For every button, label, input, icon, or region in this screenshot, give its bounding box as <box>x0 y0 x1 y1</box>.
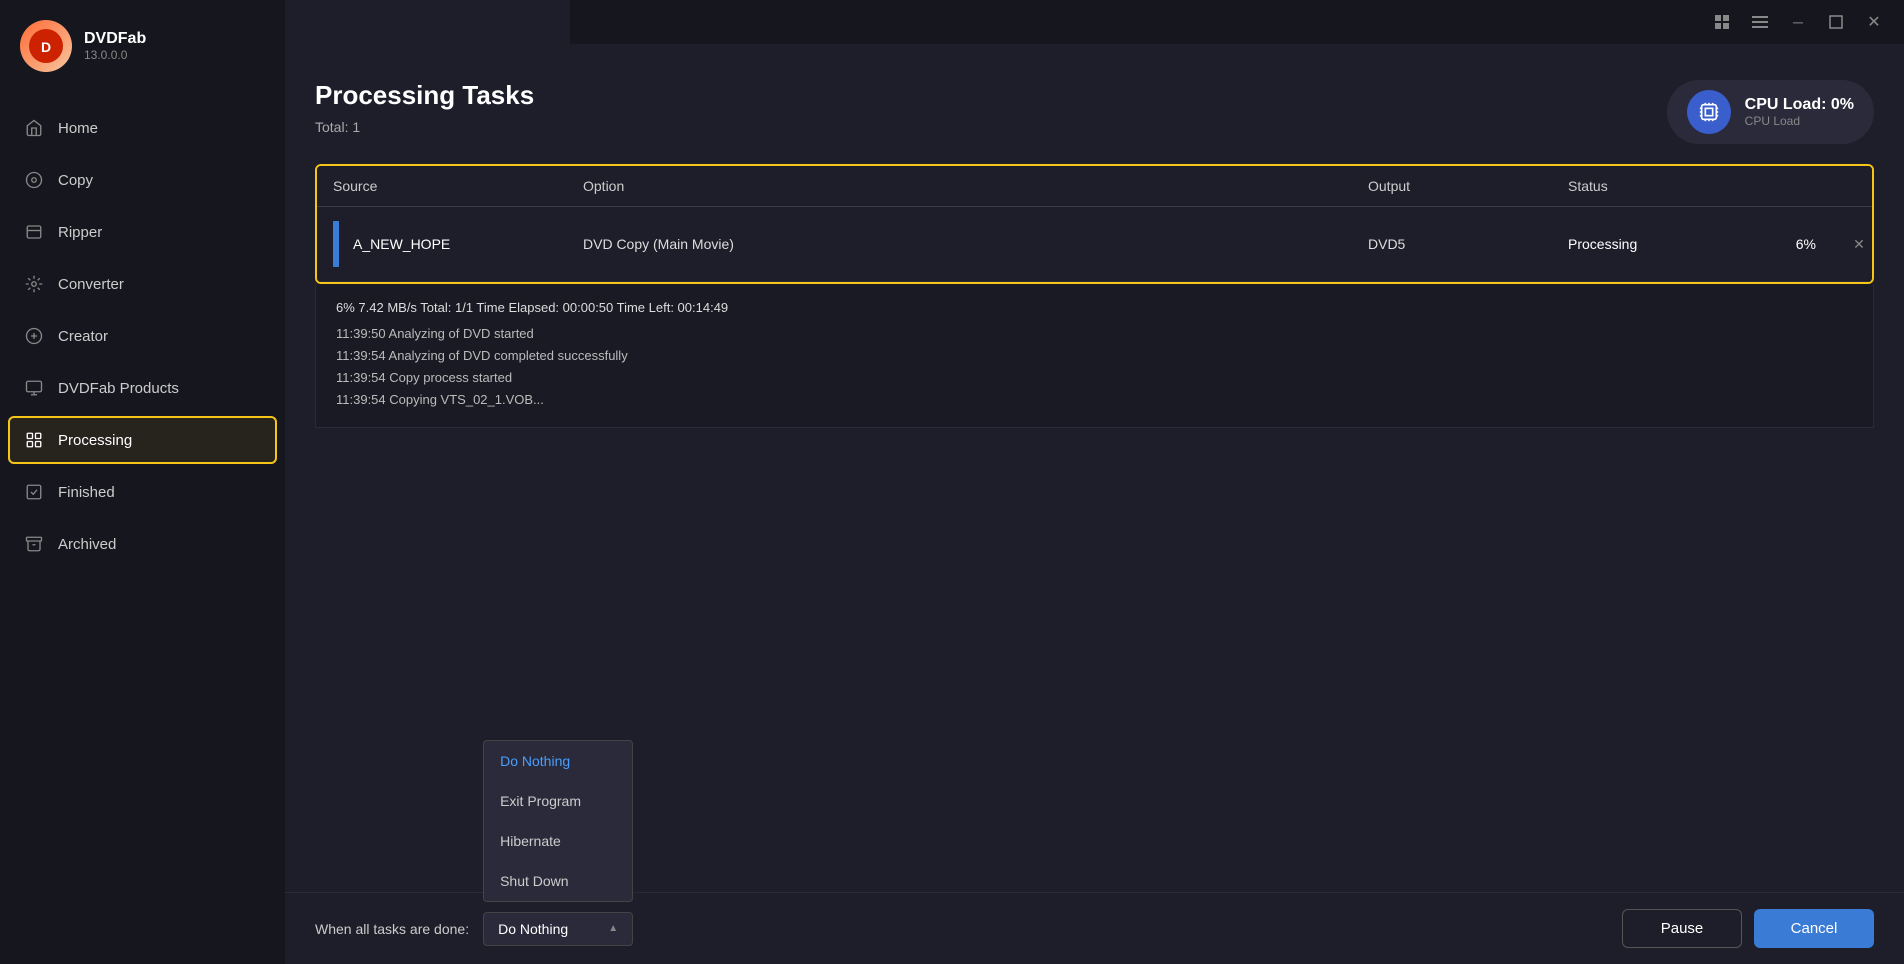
log-stats: 6% 7.42 MB/s Total: 1/1 Time Elapsed: 00… <box>336 300 1853 315</box>
sidebar-item-finished[interactable]: Finished <box>0 466 285 518</box>
status-cell: Processing <box>1552 222 1752 266</box>
source-indicator <box>333 221 339 267</box>
sidebar-item-copy-label: Copy <box>58 172 93 189</box>
logo-text: DVDFab 13.0.0.0 <box>84 30 146 62</box>
cpu-icon <box>1687 90 1731 134</box>
option-cell: DVD Copy (Main Movie) <box>567 222 1352 266</box>
home-icon <box>24 118 44 138</box>
app-name: DVDFab <box>84 30 146 48</box>
dropdown-container: Do Nothing Exit Program Hibernate Shut D… <box>483 912 633 946</box>
output-cell: DVD5 <box>1352 222 1552 266</box>
table-header: Source Option Output Status <box>317 166 1872 207</box>
cpu-info: CPU Load: 0% CPU Load <box>1745 96 1854 128</box>
creator-icon <box>24 326 44 346</box>
ripper-icon <box>24 222 44 242</box>
column-actions <box>1832 166 1872 206</box>
close-task-icon[interactable]: ✕ <box>1848 233 1870 255</box>
progress-cell: 6% <box>1752 222 1832 266</box>
dropdown-menu: Do Nothing Exit Program Hibernate Shut D… <box>483 740 633 902</box>
table-row: A_NEW_HOPE DVD Copy (Main Movie) DVD5 Pr… <box>317 207 1872 282</box>
log-area: 6% 7.42 MB/s Total: 1/1 Time Elapsed: 00… <box>315 284 1874 428</box>
dropdown-option-exit[interactable]: Exit Program <box>484 781 632 821</box>
log-line-1: 11:39:50 Analyzing of DVD started <box>336 323 1853 345</box>
finished-icon <box>24 482 44 502</box>
column-source: Source <box>317 166 567 206</box>
bottom-bar: When all tasks are done: Do Nothing Exit… <box>285 892 1904 964</box>
main-header: Processing Tasks Total: 1 <box>315 80 1874 144</box>
logo-svg: D <box>29 29 63 63</box>
close-task-button[interactable]: ✕ <box>1832 219 1872 269</box>
action-buttons: Pause Cancel <box>1622 909 1874 948</box>
archived-icon <box>24 534 44 554</box>
column-option: Option <box>567 166 1352 206</box>
sidebar-item-creator-label: Creator <box>58 328 108 345</box>
sidebar-item-home[interactable]: Home <box>0 102 285 154</box>
sidebar-item-finished-label: Finished <box>58 484 115 501</box>
when-done-section: When all tasks are done: Do Nothing Exit… <box>315 912 633 946</box>
cpu-load-label: CPU Load <box>1745 114 1854 128</box>
sidebar-item-processing[interactable]: Processing <box>8 416 277 464</box>
products-icon <box>24 378 44 398</box>
maximize-button[interactable] <box>1826 12 1846 32</box>
log-line-4: 11:39:54 Copying VTS_02_1.VOB... <box>336 389 1853 411</box>
cpu-widget: CPU Load: 0% CPU Load <box>1667 80 1874 144</box>
processing-icon <box>24 430 44 450</box>
tasks-table: Source Option Output Status A_NEW_HOPE D… <box>315 164 1874 284</box>
sidebar-item-ripper-label: Ripper <box>58 224 102 241</box>
cancel-button[interactable]: Cancel <box>1754 909 1874 948</box>
title-bar: ─ ✕ <box>570 0 1904 44</box>
dropdown-selected-value: Do Nothing <box>498 921 568 937</box>
main-content: ─ ✕ Processing Tasks Total: 1 <box>285 0 1904 964</box>
converter-icon <box>24 274 44 294</box>
sidebar-item-ripper[interactable]: Ripper <box>0 206 285 258</box>
menu-button[interactable] <box>1750 12 1770 32</box>
page-title: Processing Tasks <box>315 80 534 111</box>
app-logo: D DVDFab 13.0.0.0 <box>0 0 285 92</box>
source-cell: A_NEW_HOPE <box>317 207 567 281</box>
app-version: 13.0.0.0 <box>84 48 146 62</box>
column-progress <box>1752 166 1832 206</box>
sidebar-item-copy[interactable]: Copy <box>0 154 285 206</box>
total-count: Total: 1 <box>315 119 534 135</box>
grid-button[interactable] <box>1712 12 1732 32</box>
header-left: Processing Tasks Total: 1 <box>315 80 534 135</box>
column-status: Status <box>1552 166 1752 206</box>
source-name: A_NEW_HOPE <box>353 236 450 252</box>
sidebar-item-dvdfab-products[interactable]: DVDFab Products <box>0 362 285 414</box>
close-window-button[interactable]: ✕ <box>1864 12 1884 32</box>
sidebar-item-converter-label: Converter <box>58 276 124 293</box>
sidebar-item-creator[interactable]: Creator <box>0 310 285 362</box>
sidebar-item-archived-label: Archived <box>58 536 116 553</box>
pause-button[interactable]: Pause <box>1622 909 1742 948</box>
sidebar-item-converter[interactable]: Converter <box>0 258 285 310</box>
svg-text:D: D <box>41 39 51 55</box>
when-done-dropdown[interactable]: Do Nothing ▲ <box>483 912 633 946</box>
column-output: Output <box>1352 166 1552 206</box>
sidebar-nav: Home Copy Ripper <box>0 92 285 964</box>
dropdown-option-shutdown[interactable]: Shut Down <box>484 861 632 901</box>
cpu-load-value: CPU Load: 0% <box>1745 96 1854 114</box>
copy-icon <box>24 170 44 190</box>
when-done-label: When all tasks are done: <box>315 921 469 937</box>
logo-icon: D <box>20 20 72 72</box>
sidebar-item-products-label: DVDFab Products <box>58 380 179 397</box>
dropdown-arrow-icon: ▲ <box>608 923 618 934</box>
dropdown-option-do-nothing[interactable]: Do Nothing <box>484 741 632 781</box>
sidebar-item-archived[interactable]: Archived <box>0 518 285 570</box>
sidebar-item-processing-label: Processing <box>58 432 132 449</box>
sidebar-item-home-label: Home <box>58 120 98 137</box>
log-line-3: 11:39:54 Copy process started <box>336 367 1853 389</box>
log-line-2: 11:39:54 Analyzing of DVD completed succ… <box>336 345 1853 367</box>
minimize-button[interactable]: ─ <box>1788 12 1808 32</box>
dropdown-option-hibernate[interactable]: Hibernate <box>484 821 632 861</box>
sidebar: D DVDFab 13.0.0.0 Home <box>0 0 285 964</box>
